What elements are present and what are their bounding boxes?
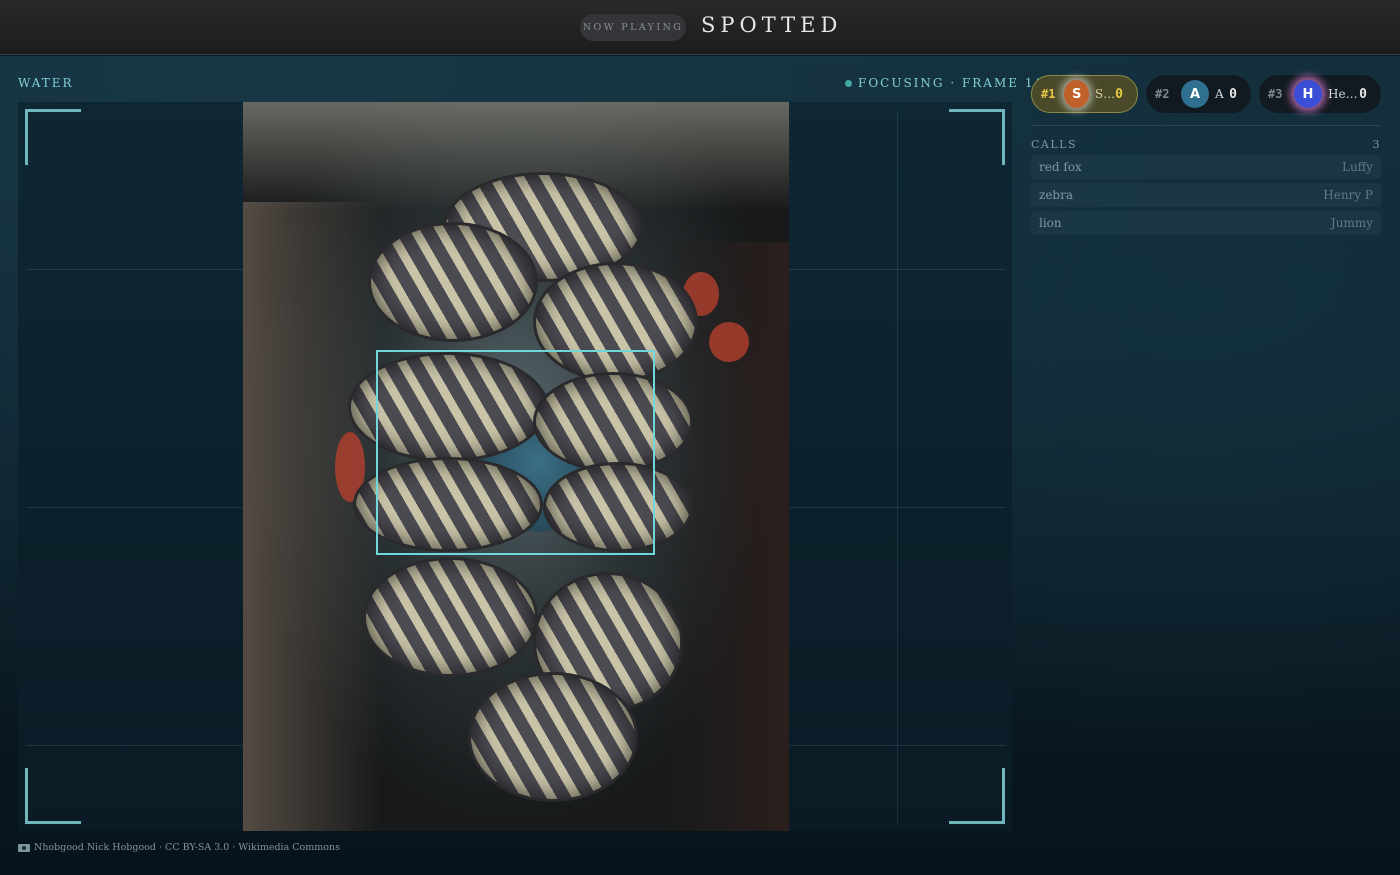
player-name: A — [1215, 87, 1224, 101]
photo-credit-text: Nhobgood Nick Hobgood · CC BY-SA 3.0 · W… — [34, 842, 340, 853]
avatar: S — [1064, 80, 1089, 108]
player-chip-3[interactable]: #3 H He… 0 — [1259, 75, 1381, 113]
call-item: zebra Henry P — [1031, 183, 1381, 207]
player-name: He… — [1328, 87, 1358, 101]
viewfinder-corner — [25, 768, 81, 824]
viewfinder-corner — [949, 109, 1005, 165]
calls-label: CALLS — [1031, 138, 1078, 151]
avatar: A — [1181, 80, 1209, 108]
viewfinder-corner — [25, 109, 81, 165]
call-item: red fox Luffy — [1031, 155, 1381, 179]
call-item: lion Jummy — [1031, 211, 1381, 235]
player-chip-2[interactable]: #2 A A 0 — [1146, 75, 1251, 113]
player-rank: #2 — [1155, 87, 1170, 101]
status-dot-icon — [845, 79, 852, 87]
call-player: Henry P — [1323, 188, 1373, 202]
call-player: Luffy — [1341, 160, 1373, 174]
clam-lobe — [368, 222, 538, 342]
call-guess: lion — [1039, 216, 1062, 230]
camera-icon — [18, 843, 30, 852]
player-chip-1[interactable]: #1 S S… 0 — [1031, 75, 1138, 113]
category-label: WATER — [18, 76, 74, 90]
divider — [1031, 125, 1381, 126]
calls-header: CALLS 3 — [1031, 138, 1381, 151]
red-coral — [709, 322, 749, 362]
player-score: 0 — [1229, 86, 1237, 102]
clam-lobe — [468, 672, 638, 802]
viewfinder-corner — [949, 768, 1005, 824]
player-score: 0 — [1115, 86, 1123, 102]
avatar: H — [1294, 80, 1322, 108]
photo-credit: Nhobgood Nick Hobgood · CC BY-SA 3.0 · W… — [18, 842, 340, 853]
frame-status-text: FOCUSING · FRAME 1/8 — [858, 76, 1051, 90]
calls-count: 3 — [1372, 138, 1381, 151]
top-bar: NOW PLAYING SPOTTED — [0, 0, 1400, 55]
main-area: WATER FOCUSING · FRAME 1/8 Nhobgood Nick… — [0, 56, 1400, 875]
grid-line — [897, 110, 898, 824]
player-score: 0 — [1359, 86, 1367, 102]
player-rank: #3 — [1268, 87, 1283, 101]
player-rank: #1 — [1041, 87, 1056, 101]
focus-box — [376, 350, 655, 555]
call-player: Jummy — [1330, 216, 1373, 230]
clam-lobe — [363, 557, 538, 677]
frame-status: FOCUSING · FRAME 1/8 — [845, 76, 1050, 90]
image-stage[interactable] — [18, 102, 1012, 831]
call-guess: zebra — [1039, 188, 1073, 202]
player-name: S… — [1094, 87, 1116, 101]
now-playing-badge: NOW PLAYING — [580, 14, 686, 41]
call-guess: red fox — [1039, 160, 1082, 174]
app-title: SPOTTED — [701, 13, 843, 37]
